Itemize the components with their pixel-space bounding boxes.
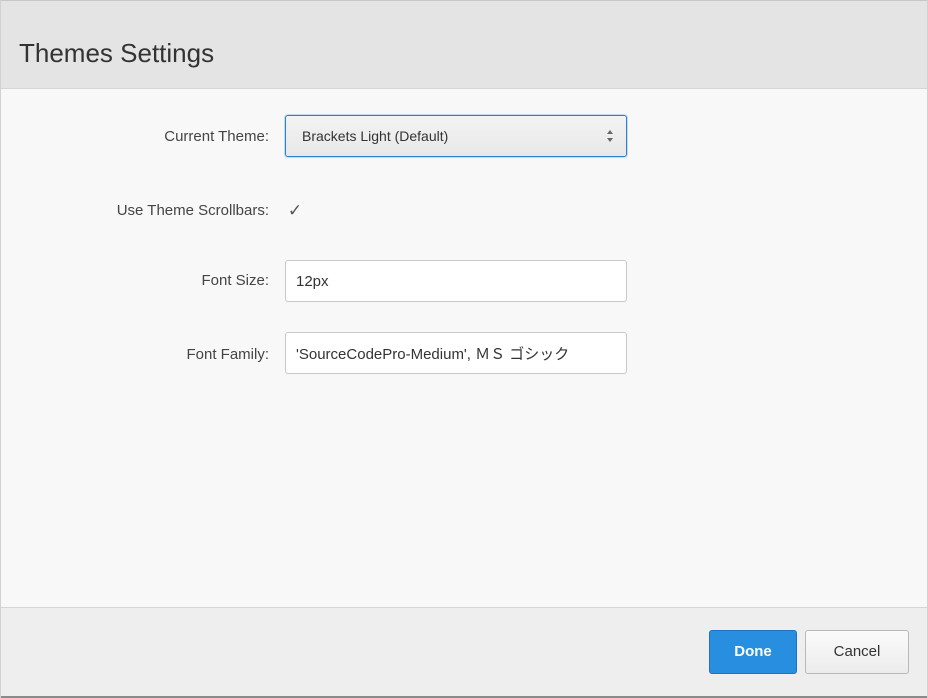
use-theme-scrollbars-label: Use Theme Scrollbars: — [116, 202, 269, 219]
font-size-input[interactable] — [285, 260, 627, 302]
dialog-footer: Done Cancel — [1, 607, 927, 698]
font-family-input[interactable] — [285, 332, 627, 374]
font-size-label: Font Size: — [201, 272, 269, 289]
dialog-body: Current Theme: Brackets Light (Default) … — [1, 89, 927, 607]
cancel-button[interactable]: Cancel — [805, 630, 909, 674]
use-theme-scrollbars-checkbox[interactable]: ✓ — [286, 202, 304, 220]
current-theme-label: Current Theme: — [164, 128, 269, 145]
dialog-title: Themes Settings — [19, 38, 215, 68]
current-theme-select[interactable]: Brackets Light (Default) — [285, 115, 627, 157]
select-arrows-icon — [607, 130, 613, 142]
current-theme-value: Brackets Light (Default) — [302, 128, 449, 144]
font-family-label: Font Family: — [186, 346, 269, 363]
dialog-header: Themes Settings — [1, 1, 927, 89]
checkmark-icon: ✓ — [287, 201, 303, 220]
done-button[interactable]: Done — [709, 630, 797, 674]
themes-settings-dialog: Themes Settings Current Theme: Brackets … — [0, 0, 928, 698]
